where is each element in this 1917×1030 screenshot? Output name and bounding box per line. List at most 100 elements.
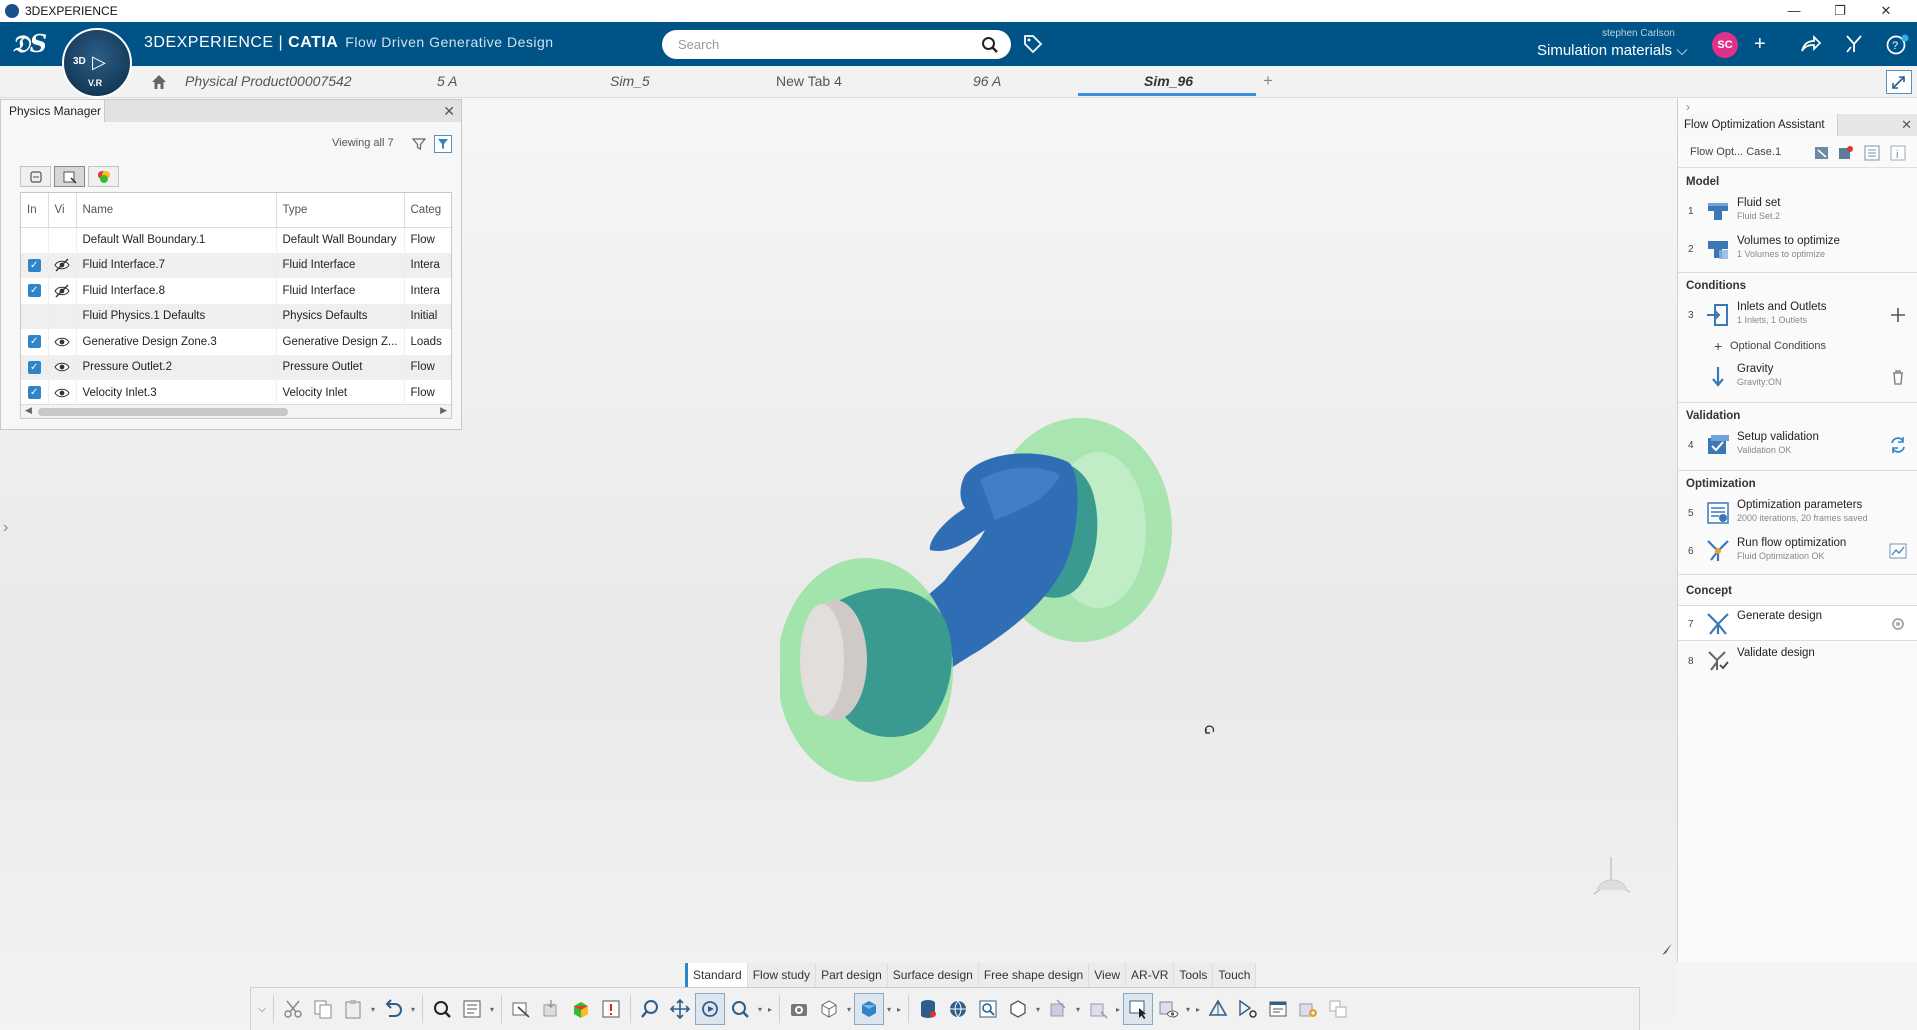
include-cell[interactable] [21, 227, 49, 253]
visibility-cell[interactable] [48, 303, 77, 329]
tab-96a[interactable]: 96 A [973, 73, 1001, 89]
resize-handle-icon[interactable] [1660, 941, 1674, 957]
search-icon[interactable] [981, 36, 999, 54]
rotate-icon[interactable] [695, 993, 725, 1025]
view-cube-icon[interactable] [814, 993, 844, 1025]
color-view-icon[interactable] [88, 166, 119, 187]
visibility-cell[interactable] [48, 329, 77, 355]
horizontal-scrollbar[interactable]: ◀ ▶ [21, 404, 451, 418]
measure-icon[interactable] [1083, 993, 1113, 1025]
left-panel-expander-icon[interactable]: › [3, 519, 8, 537]
scroll-right-icon[interactable]: ▶ [440, 405, 447, 416]
close-icon[interactable]: ✕ [1901, 117, 1912, 133]
ribbon-tab-touch[interactable]: Touch [1213, 963, 1257, 987]
role-selector[interactable]: Simulation materials ⌵ [1537, 42, 1688, 59]
include-cell[interactable] [21, 303, 49, 329]
case-tool-icon[interactable] [1812, 143, 1832, 163]
include-checkbox[interactable]: ✓ [27, 360, 41, 374]
hide-show-icon[interactable] [1153, 993, 1183, 1025]
ribbon-tab-free-shape-design[interactable]: Free shape design [978, 963, 1090, 987]
step-fluid-set[interactable]: 1 Fluid set Fluid Set.2 [1678, 193, 1917, 229]
tree-view-icon[interactable] [20, 166, 51, 187]
list-view-icon[interactable] [54, 166, 85, 187]
include-checkbox[interactable]: ✓ [27, 284, 41, 298]
include-cell[interactable]: ✓ [21, 329, 49, 355]
update-icon[interactable] [536, 993, 566, 1025]
restore-icon[interactable]: ❐ [1817, 0, 1863, 22]
minimize-icon[interactable]: — [1771, 0, 1817, 22]
include-checkbox[interactable]: ✓ [27, 258, 41, 272]
plus-icon[interactable]: + [1714, 338, 1722, 354]
close-window-icon[interactable]: ✕ [1863, 0, 1909, 22]
more-view-icon[interactable]: ▸ [765, 1005, 775, 1014]
more-analysis-icon[interactable]: ▸ [1113, 1005, 1123, 1014]
more-visibility-icon[interactable]: ▸ [1193, 1005, 1203, 1014]
step-volumes-to-optimize[interactable]: 2 Volumes to optimize 1 Volumes to optim… [1678, 231, 1917, 267]
collapse-icon[interactable] [1886, 70, 1912, 94]
book-menu-icon[interactable]: ▾ [487, 1005, 497, 1014]
table-row[interactable]: ✓ Fluid Interface.7 Fluid Interface Intera [21, 252, 451, 278]
axis-triad-icon[interactable] [1586, 852, 1636, 902]
compass-tool-icon[interactable] [1203, 993, 1233, 1025]
tab-sim-96[interactable]: Sim_96 [1144, 73, 1193, 89]
include-cell[interactable]: ✓ [21, 354, 49, 380]
include-cell[interactable]: ✓ [21, 252, 49, 278]
select-icon[interactable] [1123, 993, 1153, 1025]
search-input[interactable] [662, 30, 962, 59]
help-icon[interactable]: ? [1885, 34, 1909, 56]
close-icon[interactable]: ✕ [443, 103, 455, 120]
optional-conditions[interactable]: + Optional Conditions [1678, 335, 1917, 357]
trash-icon[interactable] [1888, 367, 1908, 387]
play-icon[interactable]: ▷ [92, 52, 106, 73]
table-row[interactable]: ✓ Pressure Outlet.2 Pressure Outlet Flow [21, 354, 451, 380]
step-generate-design[interactable]: 7 Generate design [1678, 605, 1917, 641]
visibility-cell[interactable] [48, 252, 77, 278]
table-row[interactable]: ✓ Velocity Inlet.3 Velocity Inlet Flow [21, 380, 451, 406]
plus-icon[interactable]: + [1754, 34, 1766, 54]
paste-menu-icon[interactable]: ▾ [368, 1005, 378, 1014]
case-list-icon[interactable] [1862, 143, 1882, 163]
shading-icon[interactable] [854, 993, 884, 1025]
zoom-icon[interactable] [725, 993, 755, 1025]
capture-icon[interactable] [784, 993, 814, 1025]
table-row[interactable]: Default Wall Boundary.1 Default Wall Boun… [21, 227, 451, 253]
avatar[interactable]: SC [1712, 32, 1738, 58]
add-condition-icon[interactable] [1888, 305, 1908, 325]
table-row[interactable]: ✓ Generative Design Zone.3 Generative Desi… [21, 329, 451, 355]
tag-icon[interactable] [1022, 33, 1044, 55]
ribbon-tab-flow-study[interactable]: Flow study [747, 963, 817, 987]
hide-show-menu-icon[interactable]: ▾ [1183, 1005, 1193, 1014]
column-header-in[interactable]: In [21, 193, 49, 228]
filter-icon[interactable] [411, 136, 427, 152]
action-bar-expand-icon[interactable]: ⌵ [255, 1004, 269, 1015]
paste-icon[interactable] [338, 993, 368, 1025]
table-row[interactable]: Fluid Physics.1 Defaults Physics Defaults… [21, 303, 451, 329]
include-checkbox[interactable]: ✓ [27, 335, 41, 349]
home-icon[interactable] [150, 73, 168, 91]
properties-icon[interactable] [1263, 993, 1293, 1025]
compass-widget[interactable]: 3D ▷ V.R [62, 28, 132, 98]
tab-sim-5[interactable]: Sim_5 [610, 73, 650, 89]
column-header-name[interactable]: Name [76, 193, 277, 228]
ribbon-tab-view[interactable]: View [1089, 963, 1127, 987]
globe-icon[interactable] [943, 993, 973, 1025]
visibility-filter-icon[interactable] [1233, 993, 1263, 1025]
more-render-icon[interactable]: ▸ [894, 1005, 904, 1014]
include-cell[interactable]: ✓ [21, 380, 49, 406]
cut-icon[interactable] [278, 993, 308, 1025]
step-optimization-parameters[interactable]: 5 Optimization parameters 2000 iteration… [1678, 495, 1917, 531]
visibility-cell[interactable] [48, 227, 77, 253]
physics-manager-tab[interactable]: Physics Manager [1, 100, 105, 122]
compass-apps-icon[interactable] [1843, 34, 1865, 54]
visibility-cell[interactable] [48, 278, 77, 304]
fit-all-icon[interactable] [635, 993, 665, 1025]
step-validate-design[interactable]: 8 Validate design [1678, 643, 1917, 679]
results-chart-icon[interactable] [1888, 541, 1908, 561]
visibility-cell[interactable] [48, 380, 77, 406]
undo-menu-icon[interactable]: ▾ [408, 1005, 418, 1014]
step-setup-validation[interactable]: 4 Setup validation Validation OK [1678, 427, 1917, 463]
section-icon[interactable] [1043, 993, 1073, 1025]
ribbon-tab-ar-vr[interactable]: AR-VR [1126, 963, 1175, 987]
view-cube-menu-icon[interactable]: ▾ [844, 1005, 854, 1014]
undo-icon[interactable] [378, 993, 408, 1025]
